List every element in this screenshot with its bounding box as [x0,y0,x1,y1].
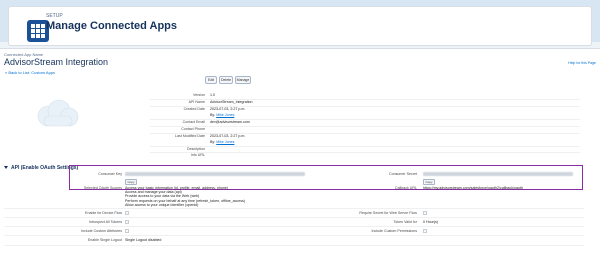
api-name-label: API Name [188,100,205,104]
modified-by-user-link[interactable]: Mike Jones [216,140,234,144]
row-divider [4,208,584,209]
single-logout-label: Enable Single Logout [87,238,122,242]
modified-by-prefix: By [210,140,215,144]
custom-attributes-label: Include Custom Attributes [81,229,122,233]
edit-button[interactable]: Edit [205,76,217,84]
oauth-section-header[interactable]: API (Enable OAuth Settings) [4,165,78,171]
row-divider [150,126,580,127]
row-divider [150,146,580,147]
consumer-secret-label: Consumer Secret [389,172,417,176]
introspect-tokens-checkbox [125,220,129,224]
scopes-list: Access your basic information (id, profi… [125,186,245,207]
contact-email-label: Contact Email [182,120,205,124]
device-flow-label: Enable for Device Flow [85,211,122,215]
created-by-prefix: By [210,113,215,117]
callback-url-value: https://my.advisorstream.com/salesforce/… [423,186,524,190]
single-logout-value: Single Logout disabled [125,238,162,242]
created-date-value: 2023-07-03, 2:27 p.m. [210,107,246,111]
row-divider [4,245,584,246]
contact-phone-label: Contact Phone [181,127,205,131]
version-label: Version [193,93,205,97]
contact-email-value: dev@advisorstream.com [210,120,250,124]
introspect-tokens-label: Introspect All Tokens [89,220,122,224]
token-valid-value: 0 Hour(s) [423,220,438,224]
copy-key-button[interactable]: Copy [125,179,137,185]
custom-permissions-checkbox [423,229,427,233]
page-title: AdvisorStream Integration [4,57,109,67]
device-flow-checkbox [125,211,129,215]
custom-permissions-label: Include Custom Permissions [371,229,417,233]
setup-label: SETUP [46,13,63,19]
scope-item: Allow access to your unique identifier (… [125,202,199,207]
created-date-label: Created Date [183,107,205,111]
row-divider [150,152,580,153]
back-to-list-link[interactable]: « Back to List: Custom Apps [5,70,55,75]
header-title: Manage Connected Apps [46,20,177,32]
help-link[interactable]: Help for this Page [568,61,596,65]
app-logo [8,86,108,154]
delete-button[interactable]: Delete [219,76,233,84]
manage-button[interactable]: Manage [235,76,251,84]
api-name-value: AdvisorStream_Integration [210,100,253,104]
scopes-label: Selected OAuth Scopes [83,186,122,190]
row-divider [4,217,584,218]
cloud-icon [37,99,79,127]
consumer-key-label: Consumer Key [98,172,122,176]
info-url-label: Info URL [190,153,205,157]
collapse-triangle-icon [4,166,8,170]
last-modified-label: Last Modified Date [175,134,205,138]
created-by: By: Mike Jones [210,113,235,117]
row-divider [4,226,584,227]
modified-by: By: Mike Jones [210,140,235,144]
token-valid-label: Token Valid for [393,220,417,224]
custom-attributes-checkbox [125,229,129,233]
callback-url-label: Callback URL [395,186,417,190]
created-by-user-link[interactable]: Mike Jones [216,113,234,117]
copy-secret-button[interactable]: Copy [423,179,435,185]
row-divider [4,235,584,236]
secret-required-checkbox [423,211,427,215]
version-value: 1.0 [210,93,215,97]
description-label: Description [187,147,205,151]
consumer-secret-value-redacted [423,172,573,176]
secret-required-label: Require Secret for Web Server Flow [359,211,417,215]
last-modified-value: 2023-07-03, 2:27 p.m. [210,134,246,138]
consumer-key-value-redacted [125,172,305,176]
